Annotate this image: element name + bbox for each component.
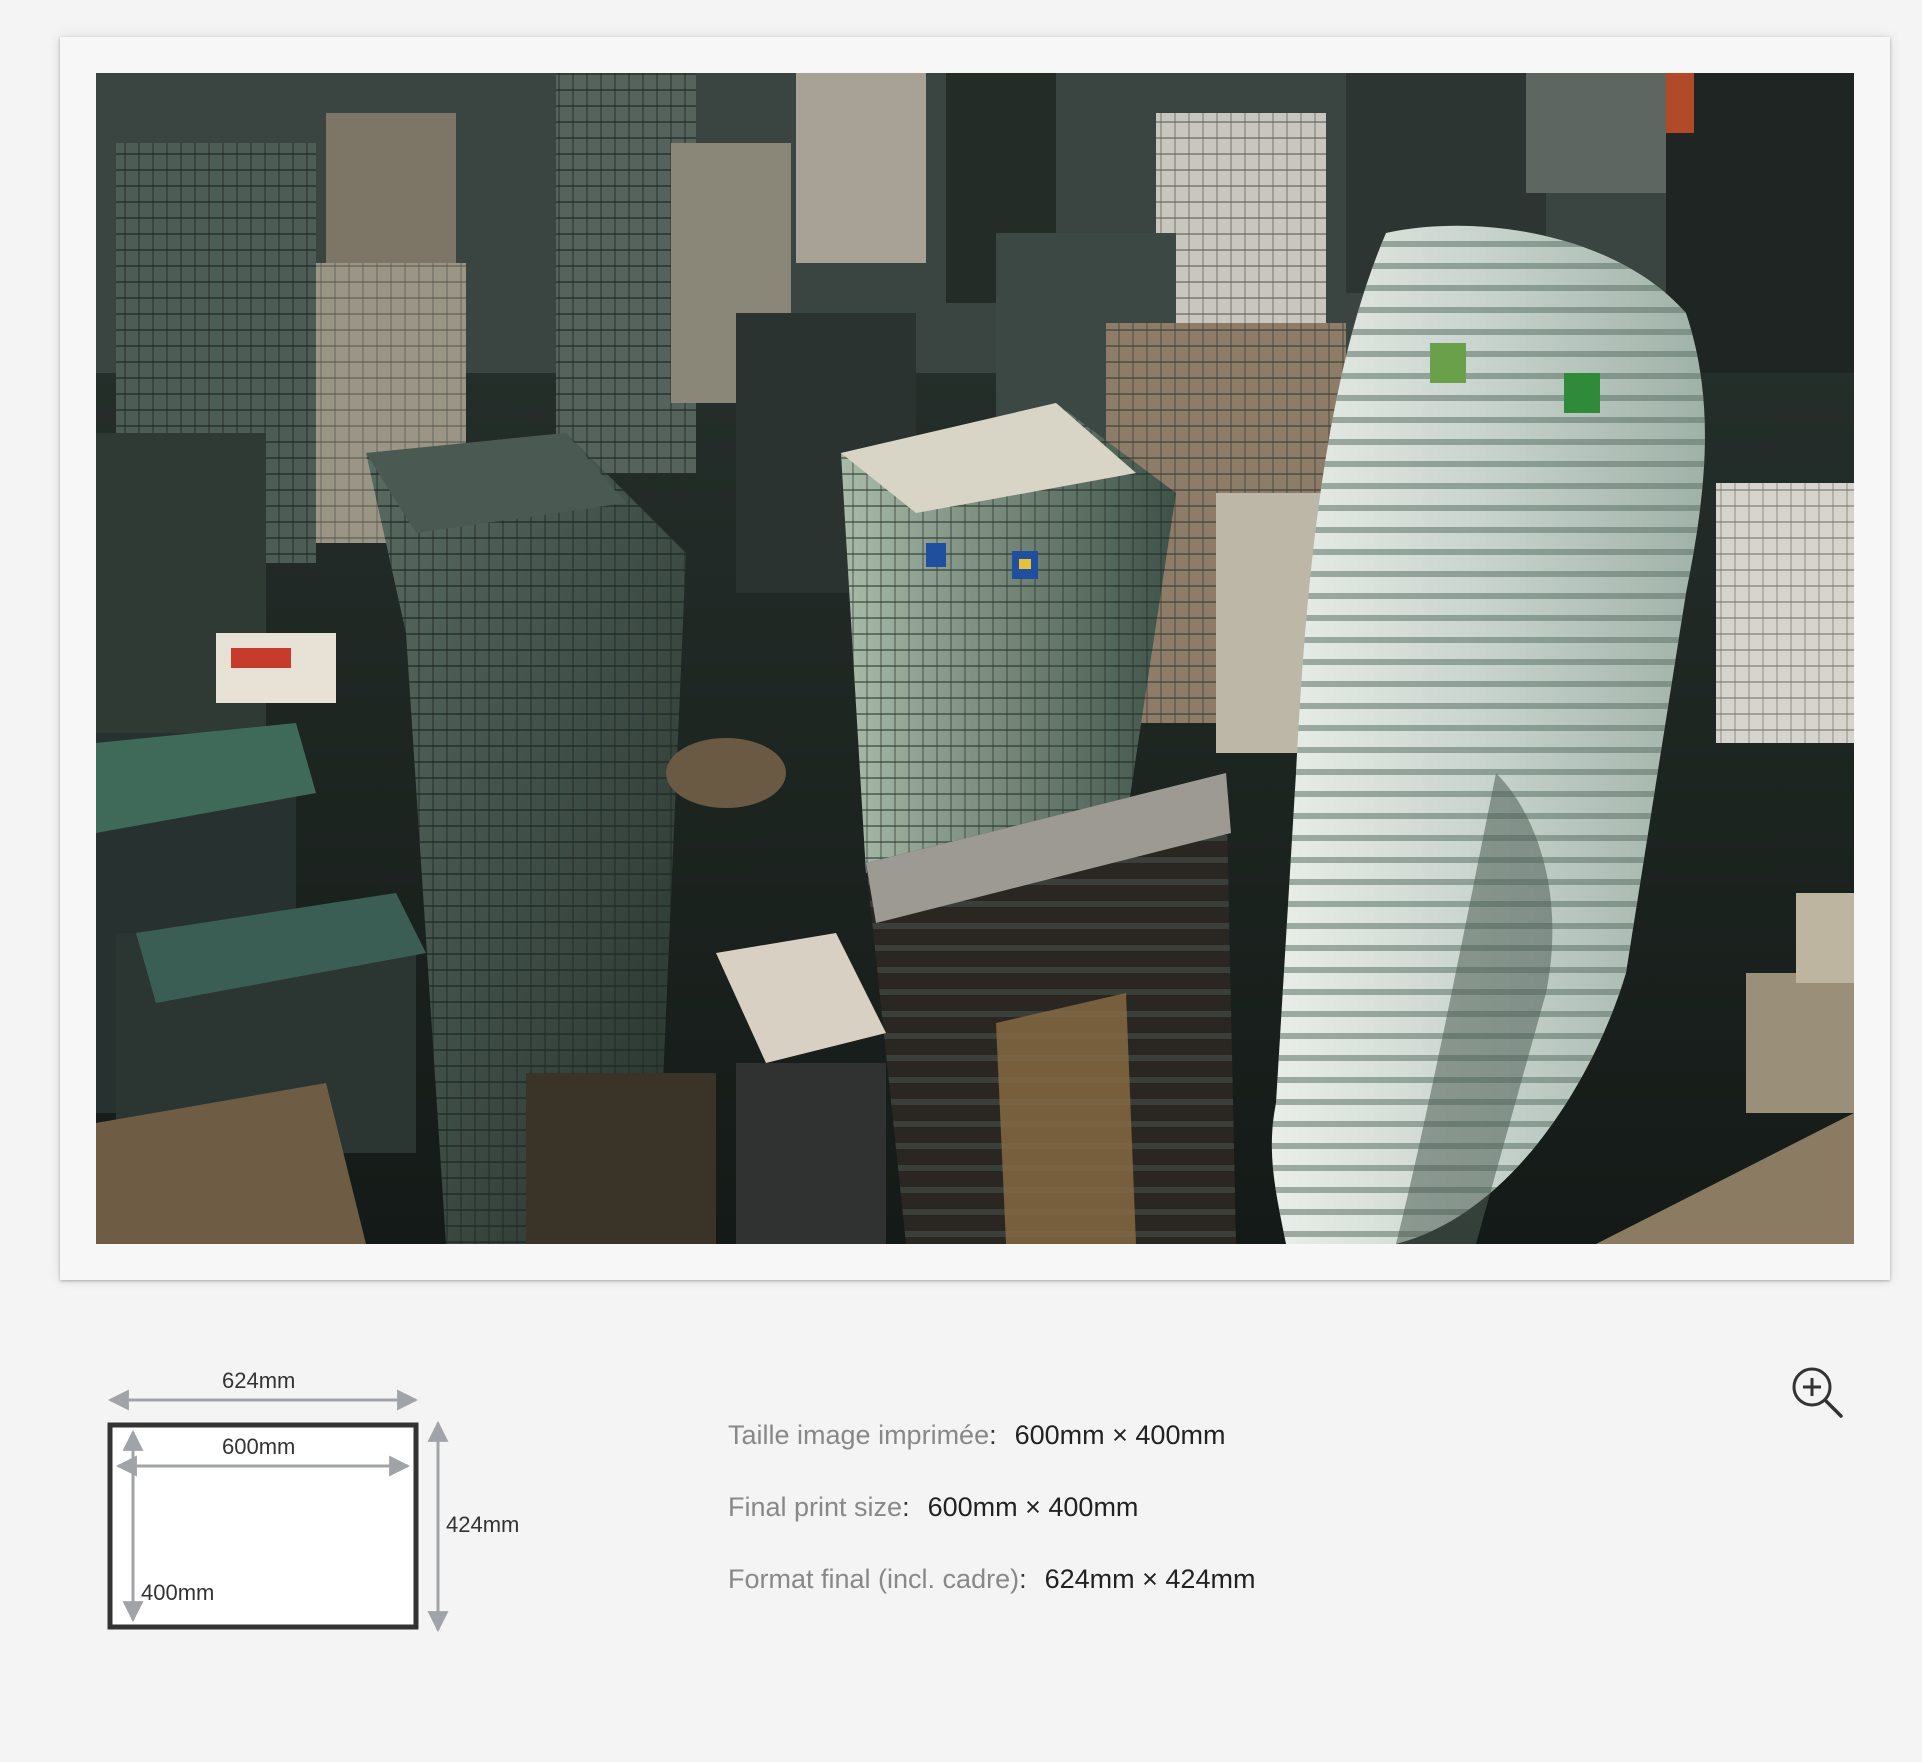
info-row-final-print: Final print size: 600mm × 400mm xyxy=(728,1492,1255,1564)
info-value: 624mm × 424mm xyxy=(1044,1564,1256,1594)
info-row-final-format: Format final (incl. cadre): 624mm × 424mm xyxy=(728,1564,1255,1636)
city-aerial-image xyxy=(96,73,1854,1244)
info-label: Final print size xyxy=(728,1492,903,1522)
print-photo[interactable] xyxy=(96,73,1854,1244)
inner-height-label: 400mm xyxy=(141,1580,215,1605)
info-separator: : xyxy=(1019,1564,1027,1594)
size-diagram: 624mm 600mm 424mm 400mm xyxy=(100,1360,560,1660)
info-separator: : xyxy=(902,1492,910,1522)
info-value: 600mm × 400mm xyxy=(927,1492,1139,1522)
inner-width-label: 600mm xyxy=(222,1434,296,1459)
zoom-in-button[interactable] xyxy=(1790,1365,1844,1419)
product-page: 624mm 600mm 424mm 400mm Taille image imp… xyxy=(0,0,1922,1762)
size-info: Taille image imprimée: 600mm × 400mm Fina… xyxy=(728,1420,1255,1636)
outer-width-label: 624mm xyxy=(222,1368,296,1393)
info-separator: : xyxy=(989,1420,997,1450)
framed-print xyxy=(60,37,1890,1280)
info-row-printed-image: Taille image imprimée: 600mm × 400mm xyxy=(728,1420,1255,1492)
info-label: Taille image imprimée xyxy=(728,1420,990,1450)
dimension-drawing xyxy=(107,1389,449,1633)
outer-height-label: 424mm xyxy=(446,1512,520,1537)
zoom-in-icon xyxy=(1792,1367,1843,1418)
info-label: Format final (incl. cadre) xyxy=(728,1564,1020,1594)
info-value: 600mm × 400mm xyxy=(1014,1420,1226,1450)
